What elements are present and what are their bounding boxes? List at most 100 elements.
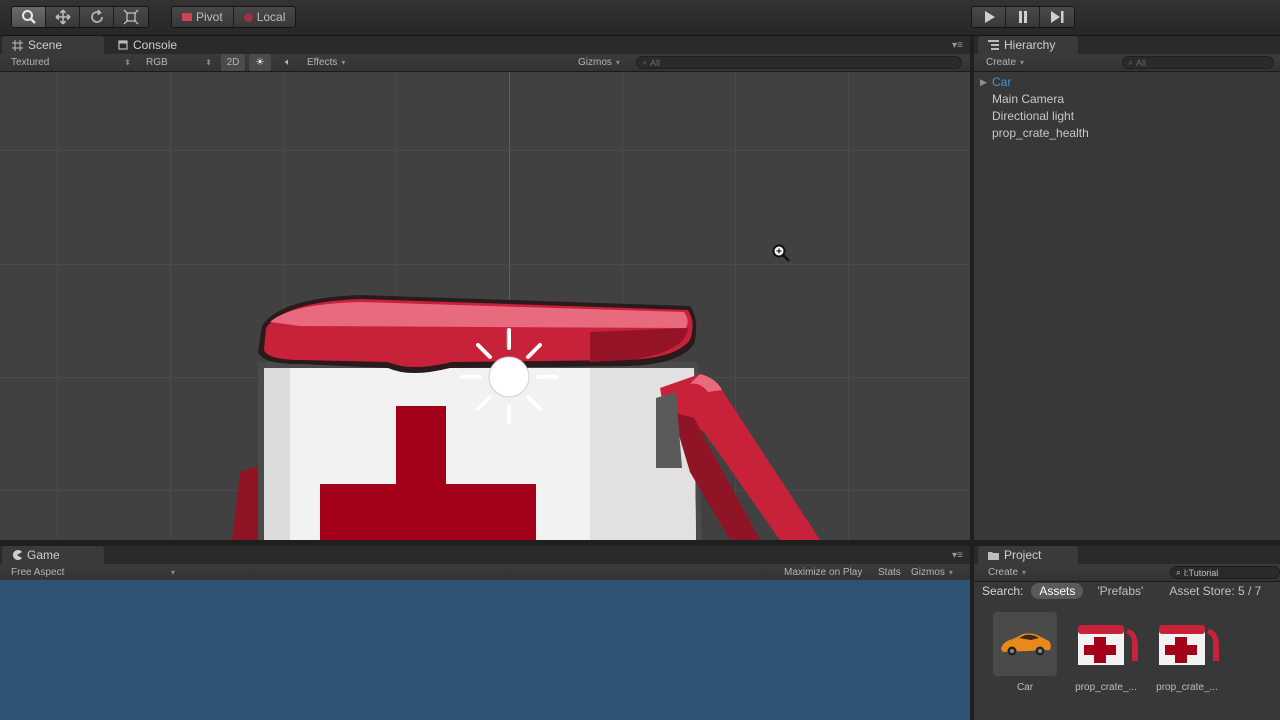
playback-controls (971, 6, 1075, 28)
hierarchy-item-prop-crate-health[interactable]: prop_crate_health (992, 126, 1089, 140)
asset-prop-crate-1-label: prop_crate_... (1075, 682, 1137, 693)
search-filter-bar: Search: Assets 'Prefabs' Asset Store: 5 … (974, 582, 1280, 600)
play-button[interactable] (972, 7, 1006, 27)
scene-search-placeholder: All (650, 57, 661, 68)
dropdown-arrow-icon: ▾ (1022, 568, 1027, 577)
tab-game[interactable]: Game (2, 546, 104, 564)
health-crate-icon (1159, 625, 1219, 665)
scene-control-bar: Textured ⬍ RGB ⬍ 2D ☀ 🔈︎ Effects ▾ Gizmo… (0, 54, 970, 72)
hierarchy-item-car[interactable]: Car (992, 75, 1011, 89)
rotate-icon (90, 9, 103, 23)
tab-scene[interactable]: Scene (2, 36, 104, 54)
scale-tool-button[interactable] (114, 7, 148, 27)
scene-search-input[interactable]: ⌕ All (636, 56, 962, 69)
hand-tool-button[interactable] (12, 7, 46, 27)
stats-label: Stats (878, 567, 901, 578)
tab-console[interactable]: Console (108, 36, 187, 54)
asset-prop-crate-2[interactable]: prop_crate_... (1153, 612, 1221, 693)
dropdown-arrow-icon: ▾ (615, 58, 620, 67)
step-icon (1051, 11, 1064, 23)
project-search-input[interactable]: ⌕ l:Tutorial (1170, 566, 1280, 579)
hierarchy-search-input[interactable]: ⌕ All (1122, 56, 1274, 69)
aspect-dropdown[interactable]: Free Aspect ▾ (11, 564, 175, 581)
color-mode-value: RGB (146, 57, 168, 68)
filter-prefabs-button[interactable]: 'Prefabs' (1097, 584, 1143, 598)
tab-console-label: Console (133, 38, 178, 52)
game-gizmos-dropdown[interactable]: Gizmos ▾ (911, 564, 953, 581)
asset-car[interactable]: Car (991, 612, 1059, 693)
lighting-toggle-button[interactable]: ☀ (249, 54, 271, 71)
scene-viewport[interactable] (0, 72, 970, 540)
pivot-label: Pivot (196, 10, 223, 24)
tab-hierarchy[interactable]: Hierarchy (978, 36, 1078, 54)
audio-toggle-button[interactable]: 🔈︎ (277, 54, 299, 71)
toggle-2d-label: 2D (226, 57, 240, 68)
game-panel-menu-icon[interactable]: ▾≡ (952, 550, 963, 561)
play-icon (984, 11, 995, 23)
step-button[interactable] (1040, 7, 1074, 27)
pivot-icon (182, 13, 192, 21)
hierarchy-panel: Hierarchy Create ▾ ⌕ All ▶ Car Main Came… (974, 36, 1280, 540)
car-icon (1001, 633, 1051, 656)
color-mode-dropdown[interactable]: RGB ⬍ (146, 54, 212, 71)
hierarchy-item-main-camera[interactable]: Main Camera (992, 92, 1064, 106)
hierarchy-create-dropdown[interactable]: Create ▾ (986, 54, 1024, 71)
pivot-button[interactable]: Pivot (172, 7, 234, 27)
project-create-label: Create (988, 567, 1019, 578)
scene-gizmos-dropdown[interactable]: Gizmos ▾ (578, 54, 620, 71)
filter-asset-store-button[interactable]: Asset Store: 5 / 7 (1169, 584, 1261, 598)
rotate-tool-button[interactable] (80, 7, 114, 27)
toggle-2d-button[interactable]: 2D (221, 54, 245, 71)
move-tool-button[interactable] (46, 7, 80, 27)
tab-scene-label: Scene (28, 38, 63, 52)
scale-icon (123, 9, 139, 25)
aspect-value: Free Aspect (11, 567, 65, 578)
render-mode-value: Textured (11, 57, 50, 68)
scene-gizmos-label: Gizmos (578, 57, 612, 68)
move-arrows-icon (55, 9, 70, 25)
stats-toggle[interactable]: Stats (878, 564, 901, 581)
game-viewport[interactable] (0, 580, 970, 720)
asset-car-label: Car (1016, 682, 1034, 693)
speaker-icon: 🔈︎ (285, 57, 291, 68)
effects-dropdown[interactable]: Effects ▾ (307, 54, 345, 71)
tab-project-label: Project (1004, 548, 1042, 562)
hierarchy-search-placeholder: All (1136, 57, 1147, 68)
health-crate-icon (1078, 625, 1138, 665)
tab-project[interactable]: Project (978, 546, 1078, 564)
hierarchy-control-bar: Create ▾ ⌕ All (974, 54, 1280, 72)
local-label: Local (256, 10, 286, 24)
tab-game-label: Game (27, 548, 60, 562)
effects-label: Effects (307, 57, 338, 68)
asset-prop-crate-1[interactable]: prop_crate_... (1072, 612, 1140, 693)
maximize-on-play-toggle[interactable]: Maximize on Play (784, 564, 862, 581)
dropdown-arrow-icon: ▾ (948, 568, 953, 577)
car-thumbnail (993, 612, 1057, 676)
hierarchy-icon (988, 40, 999, 50)
dropdown-arrow-icon: ⬍ (205, 58, 212, 67)
pause-button[interactable] (1006, 7, 1040, 27)
expand-arrow-icon[interactable]: ▶ (980, 77, 987, 88)
crate-thumbnail (1074, 612, 1138, 676)
search-icon: ⌕ (1176, 567, 1182, 577)
pacman-icon (13, 550, 22, 560)
maximize-on-play-label: Maximize on Play (784, 567, 863, 578)
grid-icon (12, 39, 23, 51)
project-panel: Project Create ▾ ⌕ l:Tutorial Search: As… (974, 546, 1280, 720)
project-create-dropdown[interactable]: Create ▾ (988, 564, 1026, 581)
dropdown-arrow-icon: ▾ (170, 568, 175, 577)
filter-assets-button[interactable]: Assets (1031, 583, 1084, 599)
asset-prop-crate-2-label: prop_crate_... (1156, 682, 1218, 693)
console-icon (118, 40, 128, 50)
hierarchy-item-directional-light[interactable]: Directional light (992, 109, 1074, 123)
main-toolbar: Pivot Local (0, 0, 1280, 36)
search-filter-label: Search: (982, 584, 1024, 598)
local-button[interactable]: Local (233, 7, 296, 27)
pause-icon (1018, 11, 1027, 23)
render-mode-dropdown[interactable]: Textured ⬍ (11, 54, 131, 71)
health-crate-model[interactable] (0, 72, 970, 540)
game-tab-strip (0, 546, 970, 564)
pivot-toggle-group: Pivot Local (171, 6, 297, 28)
scene-panel-menu-icon[interactable]: ▾≡ (952, 40, 963, 51)
local-icon (243, 12, 253, 22)
